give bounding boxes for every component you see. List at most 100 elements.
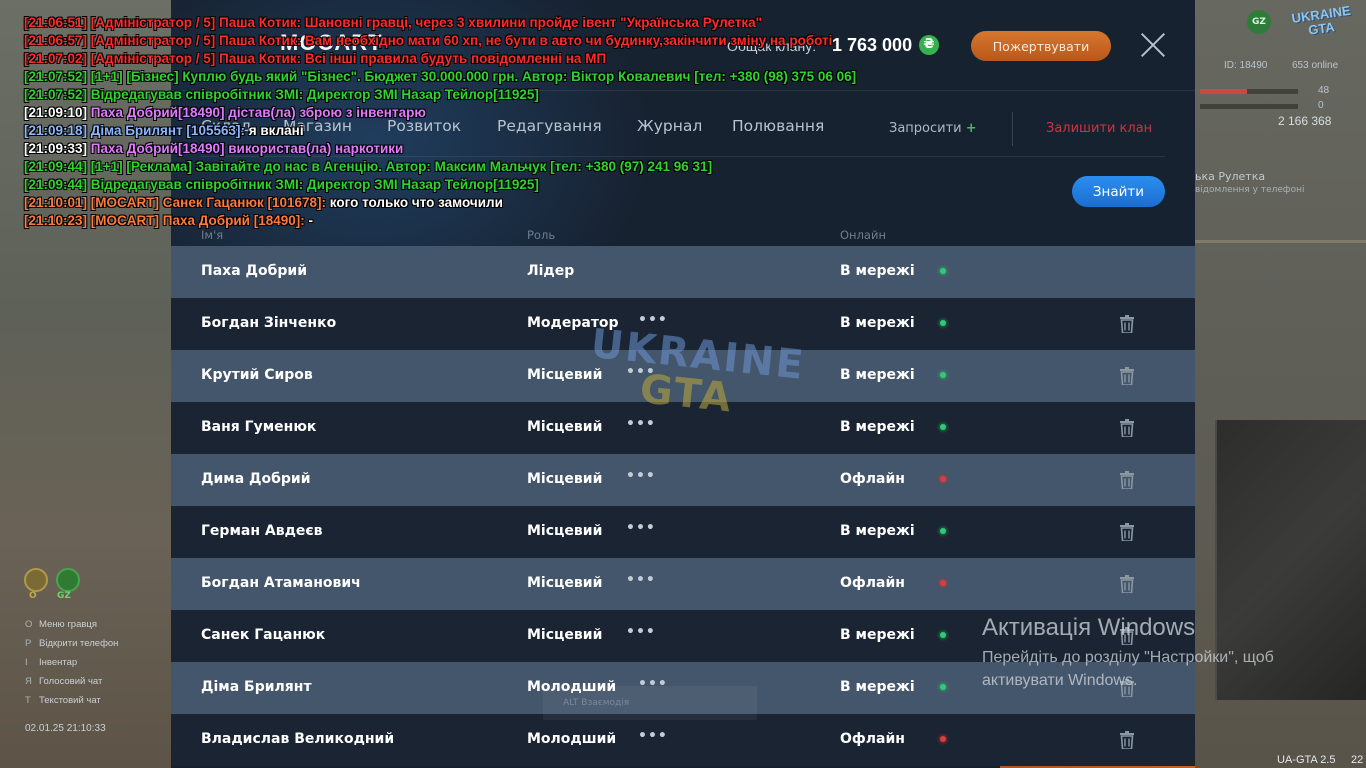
status-circle-left-label: O (29, 591, 37, 601)
more-options-icon[interactable]: ••• (626, 468, 655, 488)
member-status: В мережі (840, 419, 915, 435)
trash-icon[interactable] (1119, 523, 1135, 542)
tabs-divider (1012, 112, 1013, 146)
windows-activation-title: Активація Windows (982, 614, 1196, 641)
invite-button[interactable]: Запросити + (889, 121, 977, 136)
member-status: Офлайн (840, 731, 905, 747)
member-role: Місцевий (527, 627, 603, 643)
online-dot-icon (940, 268, 946, 274)
alt-interaction-hint: ALT Взаємодія (543, 686, 757, 720)
table-row[interactable]: Паха Добрий Лідер В мережі (171, 246, 1195, 298)
event-notification: ька Рулетка відомлення у телефоні (1195, 168, 1366, 200)
member-status: В мережі (840, 679, 915, 695)
chat-message: [21:10:23] [MOCART] Паха Добрий [18490]:… (24, 213, 313, 228)
windows-activation-notice: Активація Windows Перейдіть до розділу "… (982, 614, 1322, 692)
online-dot-icon (940, 320, 946, 326)
event-subtitle: відомлення у телефоні (1195, 185, 1305, 195)
armor-value: 0 (1318, 100, 1324, 111)
table-row[interactable]: Герман Авдеєв Місцевий ••• В мережі (171, 506, 1195, 558)
status-circle-left-icon (24, 568, 48, 592)
online-dot-icon (940, 632, 946, 638)
member-status: В мережі (840, 367, 915, 383)
member-role: Лідер (527, 263, 575, 279)
game-version: UA-GTA 2.5 (1277, 754, 1336, 766)
hint-player-menu: O Меню гравця (25, 619, 97, 630)
chat-log: [21:06:51] [Адміністратор / 5] Паша Коти… (24, 15, 856, 231)
status-circle-right-icon (56, 568, 80, 592)
hint-open-phone: P Відкрити телефон (25, 638, 119, 649)
close-icon[interactable] (1139, 31, 1167, 59)
member-role: Місцевий (527, 523, 603, 539)
member-status: Офлайн (840, 575, 905, 591)
more-options-icon[interactable]: ••• (626, 572, 655, 592)
member-status: В мережі (840, 315, 915, 331)
member-name: Богдан Зінченко (201, 315, 337, 331)
offline-dot-icon (940, 736, 946, 742)
member-role: Місцевий (527, 575, 603, 591)
game-scene-rail (1195, 240, 1366, 243)
table-row[interactable]: Владислав Великодний Молодший ••• Офлайн (171, 714, 1195, 766)
member-name: Крутий Сиров (201, 367, 313, 383)
chat-message: [21:07:52] [1+1] [Бізнес] Куплю будь яки… (24, 69, 857, 84)
more-options-icon[interactable]: ••• (626, 520, 655, 540)
chat-message: [21:10:01] [MOCART] Санек Гацанюк [10167… (24, 195, 503, 210)
member-role: Місцевий (527, 471, 603, 487)
event-title: ька Рулетка (1195, 170, 1266, 183)
member-name: Ваня Гуменюк (201, 419, 317, 435)
member-name: Дима Добрий (201, 471, 311, 487)
offline-dot-icon (940, 580, 946, 586)
member-name: Богдан Атаманович (201, 575, 361, 591)
chat-message: [21:09:18] Діма Брилянт [105563]: я вкла… (24, 123, 304, 138)
player-id: ID: 18490 (1224, 60, 1268, 71)
status-circle-right-label: GZ (57, 591, 71, 601)
more-options-icon[interactable]: ••• (638, 728, 667, 748)
member-role: Місцевий (527, 419, 603, 435)
hint-text-chat: Т Текстовий чат (25, 695, 101, 706)
table-row[interactable]: Богдан Атаманович Місцевий ••• Офлайн (171, 558, 1195, 610)
hint-voice-chat: Я Голосовий чат (25, 676, 103, 687)
online-count: 653 online (1292, 60, 1339, 71)
chat-message: [21:09:33] Паха Добрий[18490] використав… (24, 141, 404, 156)
member-name: Санек Гацанюк (201, 627, 326, 643)
table-row[interactable]: Дима Добрий Місцевий ••• Офлайн (171, 454, 1195, 506)
member-role: Молодший (527, 731, 617, 747)
member-status: В мережі (840, 263, 915, 279)
date-time: 02.01.25 21:10:33 (25, 723, 106, 734)
trash-icon[interactable] (1119, 575, 1135, 594)
windows-activation-text: Перейдіть до розділу "Настройки", щоб ак… (982, 649, 1274, 689)
offline-dot-icon (940, 476, 946, 482)
health-value: 48 (1318, 85, 1330, 96)
find-button[interactable]: Знайти (1072, 176, 1165, 207)
hryvnia-icon: ₴ (919, 35, 939, 55)
more-options-icon[interactable]: ••• (626, 624, 655, 644)
online-dot-icon (940, 424, 946, 430)
chat-message: [21:09:10] Паха Добрий[18490] дістав(ла)… (24, 105, 426, 120)
member-name: Паха Добрий (201, 263, 308, 279)
member-status: В мережі (840, 523, 915, 539)
health-bar (1200, 89, 1298, 94)
version-suffix: 22 (1351, 754, 1364, 766)
trash-icon[interactable] (1119, 471, 1135, 490)
member-name: Герман Авдеєв (201, 523, 323, 539)
plus-icon: + (965, 121, 977, 136)
money-amount: 2 166 368 (1278, 114, 1332, 128)
gz-badge-icon: GZ (1247, 10, 1271, 34)
chat-message: [21:09:44] Відредагував співробітник ЗМІ… (24, 177, 539, 192)
chat-message: [21:07:02] [Адміністратор / 5] Паша Коти… (24, 51, 607, 66)
online-dot-icon (940, 528, 946, 534)
donate-button[interactable]: Пожертвувати (971, 31, 1111, 61)
chat-message: [21:06:51] [Адміністратор / 5] Паша Коти… (24, 15, 763, 30)
member-name: Діма Брилянт (201, 679, 312, 695)
trash-icon[interactable] (1119, 731, 1135, 750)
trash-icon[interactable] (1119, 315, 1135, 334)
trash-icon[interactable] (1119, 419, 1135, 438)
member-name: Владислав Великодний (201, 731, 395, 747)
online-dot-icon (940, 684, 946, 690)
online-dot-icon (940, 372, 946, 378)
trash-icon[interactable] (1119, 367, 1135, 386)
armor-bar (1200, 104, 1298, 109)
chat-message: [21:09:44] [1+1] [Реклама] Завітайте до … (24, 159, 713, 174)
chat-message: [21:07:52] Відредагував співробітник ЗМІ… (24, 87, 539, 102)
leave-clan-button[interactable]: Залишити клан (1046, 121, 1152, 136)
member-status: В мережі (840, 627, 915, 643)
